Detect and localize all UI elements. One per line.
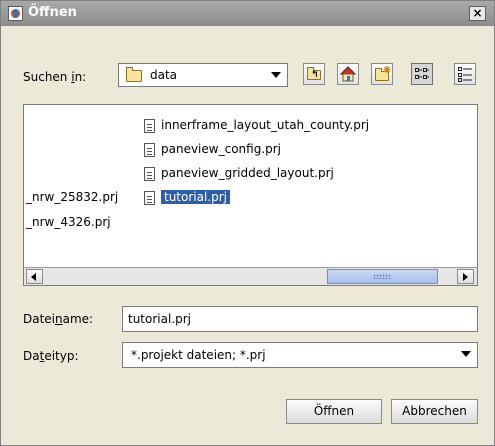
home-icon <box>339 66 357 82</box>
look-in-label: Suchen in: <box>23 70 87 84</box>
list-item[interactable]: paneview_gridded_layout.prj <box>144 164 334 182</box>
file-list[interactable]: innerframe_layout_utah_county.prj panevi… <box>23 104 478 286</box>
list-item[interactable]: paneview_config.prj <box>144 140 281 158</box>
filetype-label: Dateityp: <box>23 349 79 363</box>
scroll-thumb[interactable] <box>327 269 438 284</box>
chevron-down-icon <box>461 351 471 357</box>
scroll-left-button[interactable] <box>26 269 43 284</box>
details-view-button[interactable] <box>454 63 476 85</box>
look-in-value: data <box>150 68 178 82</box>
up-folder-button[interactable]: ↰ <box>303 63 325 85</box>
details-view-icon <box>458 67 472 82</box>
file-icon <box>144 118 155 133</box>
window-title: Öffnen <box>28 5 77 20</box>
java-app-icon <box>8 6 23 21</box>
list-item[interactable]: _nrw_25832.prj <box>26 188 118 206</box>
file-icon <box>144 142 155 157</box>
open-dialog: Öffnen × Suchen in: data ↰ innerframe_la… <box>0 0 495 446</box>
filename-input[interactable]: tutorial.prj <box>122 306 478 332</box>
scroll-right-button[interactable] <box>457 269 474 284</box>
home-button[interactable] <box>337 63 359 85</box>
folder-icon <box>126 67 142 82</box>
list-item-selected[interactable]: tutorial.prj <box>144 188 231 206</box>
filetype-value: *.projekt dateien; *.prj <box>131 348 266 362</box>
new-folder-button[interactable] <box>371 63 393 85</box>
open-button[interactable]: Öffnen <box>286 399 382 424</box>
list-item[interactable]: _nrw_4326.prj <box>26 213 111 231</box>
file-icon <box>144 190 155 205</box>
filetype-combo[interactable]: *.projekt dateien; *.prj <box>122 342 478 368</box>
list-view-icon <box>415 68 429 79</box>
file-icon <box>144 166 155 181</box>
filename-label: Dateiname: <box>23 312 94 326</box>
horizontal-scrollbar[interactable] <box>24 267 477 285</box>
list-view-button[interactable] <box>411 63 433 85</box>
cancel-button[interactable]: Abbrechen <box>391 399 478 424</box>
list-item[interactable]: innerframe_layout_utah_county.prj <box>144 116 369 134</box>
look-in-combo[interactable]: data <box>118 63 288 87</box>
close-button[interactable]: × <box>469 6 486 21</box>
chevron-down-icon <box>271 72 281 78</box>
title-bar[interactable]: Öffnen × <box>1 1 494 26</box>
